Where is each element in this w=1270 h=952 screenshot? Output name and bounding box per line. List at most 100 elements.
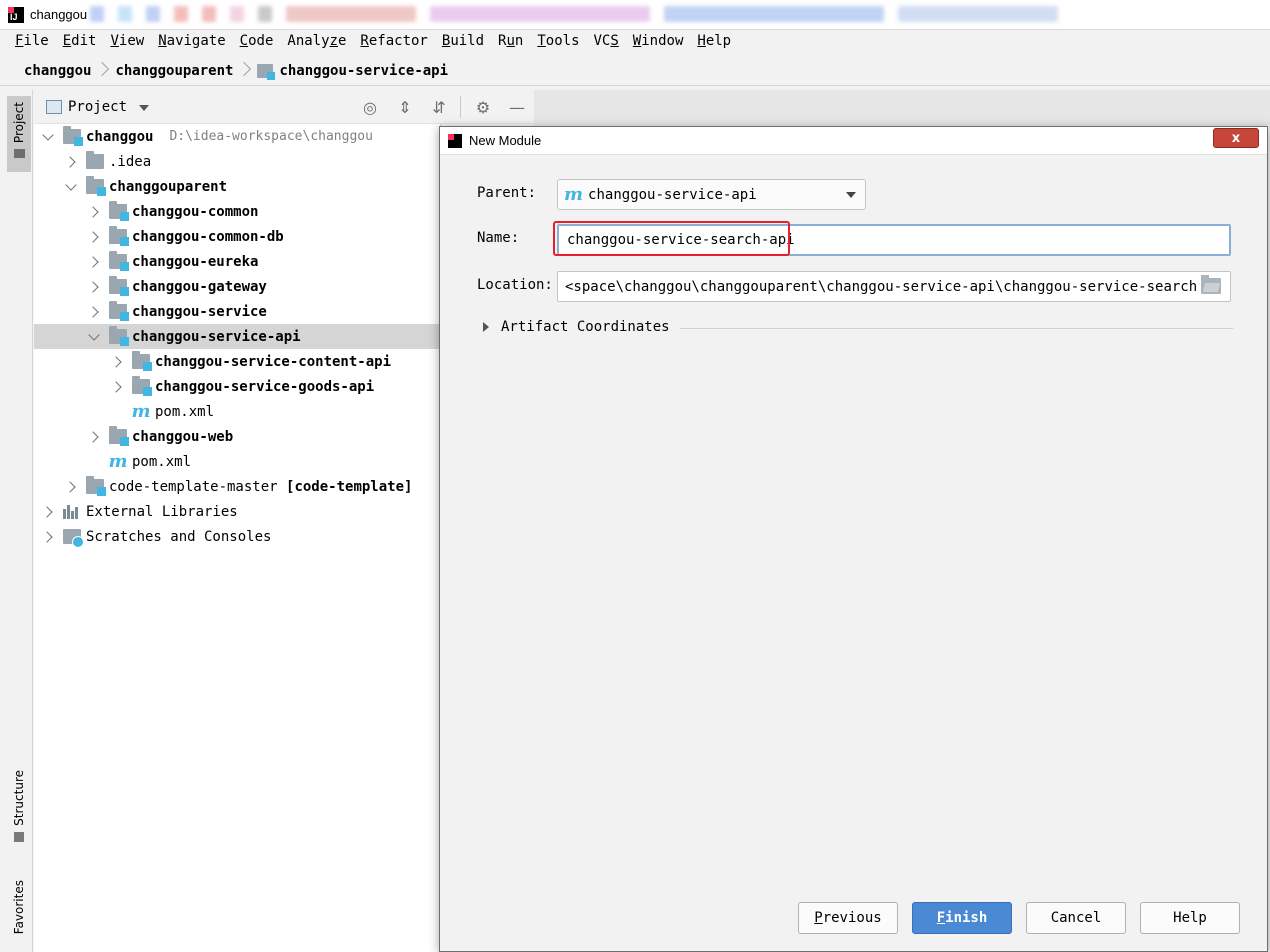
name-label: Name: bbox=[477, 230, 520, 246]
tree-row[interactable]: changgou-gateway bbox=[34, 274, 440, 299]
artifact-coordinates-section[interactable]: Artifact Coordinates bbox=[483, 317, 1233, 337]
tree-row[interactable]: External Libraries bbox=[34, 499, 440, 524]
intellij-app-icon: IJ bbox=[8, 6, 24, 23]
taskbar-blurred bbox=[90, 6, 1260, 24]
locate-icon[interactable]: ◎ bbox=[361, 98, 379, 117]
tree-item-label: changgou-gateway bbox=[132, 278, 267, 295]
new-module-dialog: New Module x Parent: m changgou-service-… bbox=[439, 126, 1268, 952]
previous-button-label: Previous bbox=[814, 910, 882, 926]
tool-tab-favorites-label: Favorites bbox=[12, 880, 26, 935]
project-tree: changgou D:\idea-workspace\changgou .idea c… bbox=[34, 124, 440, 952]
expand-all-icon[interactable]: ⇕ bbox=[396, 98, 414, 117]
tree-row[interactable]: m pom.xml bbox=[34, 399, 440, 424]
chevron-right-icon[interactable] bbox=[86, 254, 102, 270]
chevron-right-icon[interactable] bbox=[86, 279, 102, 295]
collapse-all-icon[interactable]: ⇵ bbox=[430, 98, 448, 117]
tree-row[interactable]: changgou-service-goods-api bbox=[34, 374, 440, 399]
chevron-right-icon[interactable] bbox=[40, 529, 56, 545]
menu-file[interactable]: File bbox=[8, 33, 56, 49]
folder-icon bbox=[86, 151, 104, 169]
tree-item-label: changgou bbox=[86, 128, 154, 145]
menu-vcs[interactable]: VCS bbox=[587, 33, 626, 49]
chevron-right-icon[interactable] bbox=[40, 504, 56, 520]
chevron-down-icon[interactable] bbox=[86, 329, 102, 345]
tree-row[interactable]: changgou D:\idea-workspace\changgou bbox=[34, 124, 440, 149]
tree-row[interactable]: changgou-common bbox=[34, 199, 440, 224]
tree-item-label: pom.xml bbox=[132, 453, 192, 470]
maven-file-icon: m bbox=[131, 401, 151, 422]
cancel-button-label: Cancel bbox=[1050, 910, 1102, 926]
tree-item-label: .idea bbox=[109, 153, 152, 170]
tree-row[interactable]: .idea bbox=[34, 149, 440, 174]
tree-row[interactable]: Scratches and Consoles bbox=[34, 524, 440, 549]
chevron-down-icon[interactable] bbox=[40, 129, 56, 145]
tree-row[interactable]: changgou-web bbox=[34, 424, 440, 449]
close-icon: x bbox=[1231, 130, 1241, 146]
module-folder-icon bbox=[132, 376, 152, 396]
help-button-label: Help bbox=[1173, 910, 1207, 926]
finish-button-label: Finish bbox=[936, 910, 988, 926]
breadcrumb-item[interactable]: changgou bbox=[24, 63, 91, 79]
minimize-icon[interactable]: — bbox=[508, 98, 526, 117]
tree-row[interactable]: changgou-service-api bbox=[34, 324, 440, 349]
editor-area bbox=[534, 90, 1270, 126]
parent-select[interactable]: m changgou-service-api bbox=[557, 179, 866, 210]
chevron-right-icon[interactable] bbox=[63, 154, 79, 170]
module-folder-icon bbox=[109, 226, 129, 246]
previous-button[interactable]: Previous bbox=[798, 902, 898, 934]
menu-view[interactable]: View bbox=[103, 33, 151, 49]
location-input[interactable] bbox=[557, 271, 1231, 302]
chevron-right-icon[interactable] bbox=[86, 204, 102, 220]
menu-tools[interactable]: Tools bbox=[530, 33, 586, 49]
close-button[interactable]: x bbox=[1213, 128, 1259, 148]
tool-tab-structure[interactable]: Structure bbox=[7, 770, 31, 860]
menu-code[interactable]: Code bbox=[233, 33, 281, 49]
breadcrumb-item[interactable]: changgouparent bbox=[115, 63, 233, 79]
finish-button[interactable]: Finish bbox=[912, 902, 1012, 934]
chevron-right-icon[interactable] bbox=[109, 354, 125, 370]
chevron-right-icon[interactable] bbox=[86, 304, 102, 320]
tool-tab-structure-label: Structure bbox=[12, 770, 26, 826]
tree-row[interactable]: changgou-eureka bbox=[34, 249, 440, 274]
section-divider bbox=[679, 327, 1233, 329]
tree-row[interactable]: m pom.xml bbox=[34, 449, 440, 474]
chevron-down-icon[interactable] bbox=[139, 104, 150, 111]
menubar: File Edit View Navigate Code Analyze Refactor B… bbox=[0, 30, 1270, 52]
tool-tab-favorites[interactable]: Favorites bbox=[7, 880, 31, 950]
chevron-right-icon[interactable] bbox=[86, 229, 102, 245]
chevron-down-icon[interactable] bbox=[63, 179, 79, 195]
tree-row[interactable]: changgou-common-db bbox=[34, 224, 440, 249]
project-panel-title[interactable]: Project bbox=[68, 99, 127, 115]
parent-label: Parent: bbox=[477, 185, 537, 201]
chevron-right-icon[interactable] bbox=[86, 429, 102, 445]
tree-row[interactable]: changgou-service-content-api bbox=[34, 349, 440, 374]
tree-item-label: changgou-service-goods-api bbox=[155, 378, 375, 395]
breadcrumb-separator bbox=[97, 62, 107, 80]
tree-row[interactable]: changgouparent bbox=[34, 174, 440, 199]
menu-build[interactable]: Build bbox=[435, 33, 491, 49]
tool-tab-project[interactable]: Project bbox=[7, 96, 31, 172]
help-button[interactable]: Help bbox=[1140, 902, 1240, 934]
parent-select-value: changgou-service-api bbox=[588, 186, 757, 203]
cancel-button[interactable]: Cancel bbox=[1026, 902, 1126, 934]
menu-analyze[interactable]: Analyze bbox=[280, 33, 353, 49]
left-tool-stripe: Project Structure Favorites bbox=[0, 90, 33, 952]
tree-item-label: changgou-eureka bbox=[132, 253, 259, 270]
menu-window[interactable]: Window bbox=[626, 33, 691, 49]
tree-item-label: changgouparent bbox=[109, 178, 228, 195]
breadcrumb-item[interactable]: changgou-service-api bbox=[279, 63, 448, 79]
gear-icon[interactable]: ⚙ bbox=[474, 98, 492, 117]
menu-run[interactable]: Run bbox=[491, 33, 530, 49]
folder-icon bbox=[13, 149, 25, 159]
tree-row[interactable]: changgou-service bbox=[34, 299, 440, 324]
browse-folder-icon[interactable] bbox=[1201, 275, 1221, 294]
menu-edit[interactable]: Edit bbox=[56, 33, 104, 49]
menu-help[interactable]: Help bbox=[690, 33, 738, 49]
tree-row[interactable]: code-template-master [code-template] bbox=[34, 474, 440, 499]
module-name-input[interactable] bbox=[557, 224, 1231, 256]
maven-icon: m bbox=[564, 184, 584, 205]
menu-refactor[interactable]: Refactor bbox=[353, 33, 434, 49]
chevron-right-icon[interactable] bbox=[109, 379, 125, 395]
menu-navigate[interactable]: Navigate bbox=[151, 33, 232, 49]
chevron-right-icon[interactable] bbox=[63, 479, 79, 495]
